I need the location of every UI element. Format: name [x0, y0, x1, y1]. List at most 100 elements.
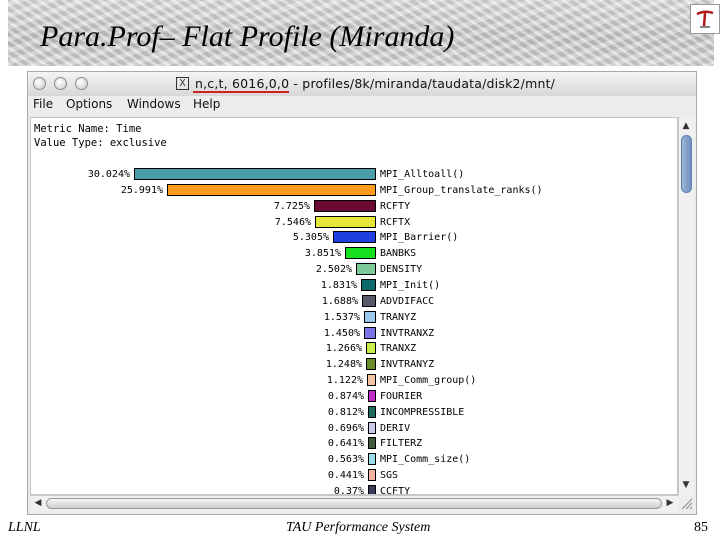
percent-value: 1.248%: [325, 359, 362, 371]
value-type-text: Value Type: exclusive: [34, 137, 167, 149]
profile-bar[interactable]: [345, 247, 376, 260]
function-name-label[interactable]: MPI_Barrier(): [380, 232, 458, 243]
function-name-label[interactable]: SGS: [380, 470, 398, 481]
scroll-left-arrow-icon[interactable]: ◀: [31, 496, 45, 510]
menu-bar: File Options Windows Help: [28, 96, 696, 116]
resize-grip-icon[interactable]: [680, 497, 693, 510]
profile-bar[interactable]: [368, 437, 376, 450]
slide-title: Para.Prof– Flat Profile (Miranda): [40, 20, 455, 53]
function-name-label[interactable]: ADVDIFACC: [380, 296, 434, 307]
profile-bar[interactable]: [167, 183, 376, 196]
function-name-label[interactable]: DENSITY: [380, 264, 422, 275]
function-name-label[interactable]: RCFTY: [380, 201, 410, 212]
profile-row[interactable]: 1.122% MPI_Comm_group(): [31, 373, 671, 388]
percent-value: 0.441%: [327, 470, 364, 482]
close-window-button[interactable]: [33, 77, 46, 90]
profile-row[interactable]: 0.641% FILTERZ: [31, 436, 671, 451]
red-underline-mark: [193, 91, 289, 93]
profile-row[interactable]: 1.450% INVTRANXZ: [31, 326, 671, 341]
profile-row[interactable]: 1.537% TRANYZ: [31, 310, 671, 325]
percent-value: 5.305%: [292, 232, 329, 244]
percent-value: 0.812%: [327, 406, 364, 418]
profile-bar[interactable]: [314, 199, 376, 212]
percent-value: 1.831%: [320, 279, 357, 291]
profile-row[interactable]: 3.851% BANBKS: [31, 246, 671, 261]
percent-value: 2.502%: [315, 264, 352, 276]
footer-title: TAU Performance System: [286, 520, 431, 535]
profile-row[interactable]: 25.991% MPI_Group_translate_ranks(): [31, 183, 671, 198]
profile-row[interactable]: 5.305% MPI_Barrier(): [31, 230, 671, 245]
horizontal-scroll-thumb[interactable]: [46, 498, 662, 509]
function-name-label[interactable]: RCFTX: [380, 217, 410, 228]
profile-bar[interactable]: [368, 421, 376, 434]
menu-file[interactable]: File: [33, 97, 53, 111]
profile-row[interactable]: 1.831% MPI_Init(): [31, 278, 671, 293]
function-name-label[interactable]: DERIV: [380, 423, 410, 434]
function-name-label[interactable]: MPI_Init(): [380, 280, 440, 291]
function-name-label[interactable]: FILTERZ: [380, 438, 422, 449]
profile-row[interactable]: 1.688% ADVDIFACC: [31, 294, 671, 309]
function-name-label[interactable]: CCFTY: [380, 486, 410, 494]
percent-value: 0.874%: [327, 390, 364, 402]
zoom-window-button[interactable]: [75, 77, 88, 90]
horizontal-scrollbar[interactable]: ◀ ▶: [30, 495, 678, 511]
scroll-down-arrow-icon[interactable]: ▼: [679, 478, 693, 492]
function-name-label[interactable]: INCOMPRESSIBLE: [380, 407, 464, 418]
profile-row[interactable]: 7.546% RCFTX: [31, 215, 671, 230]
profile-row[interactable]: 0.563% MPI_Comm_size(): [31, 452, 671, 467]
percent-value: 1.122%: [326, 375, 363, 387]
profile-row[interactable]: 30.024% MPI_Alltoall(): [31, 167, 671, 182]
function-name-label[interactable]: MPI_Comm_group(): [380, 375, 476, 386]
metric-name-text: Metric Name: Time: [34, 123, 142, 135]
function-name-label[interactable]: FOURIER: [380, 391, 422, 402]
menu-windows[interactable]: Windows: [127, 97, 181, 111]
function-name-label[interactable]: INVTRANYZ: [380, 359, 434, 370]
profile-row[interactable]: 0.441% SGS: [31, 468, 671, 483]
profile-bar[interactable]: [368, 469, 376, 482]
function-name-label[interactable]: TRANYZ: [380, 312, 416, 323]
scroll-up-arrow-icon[interactable]: ▲: [679, 119, 693, 133]
profile-row[interactable]: 0.37% CCFTY: [31, 484, 671, 494]
profile-bar[interactable]: [366, 342, 376, 355]
profile-bar[interactable]: [362, 294, 376, 307]
scroll-right-arrow-icon[interactable]: ▶: [663, 496, 677, 510]
profile-bar[interactable]: [368, 405, 376, 418]
profile-row[interactable]: 0.696% DERIV: [31, 421, 671, 436]
profile-row[interactable]: 0.812% INCOMPRESSIBLE: [31, 405, 671, 420]
profile-row[interactable]: 7.725% RCFTY: [31, 199, 671, 214]
profile-bar[interactable]: [315, 215, 376, 228]
function-name-label[interactable]: TRANXZ: [380, 343, 416, 354]
profile-row[interactable]: 2.502% DENSITY: [31, 262, 671, 277]
profile-bar[interactable]: [368, 485, 376, 494]
profile-bar[interactable]: [367, 374, 376, 387]
profile-bar[interactable]: [134, 168, 376, 180]
profile-bar[interactable]: [361, 278, 376, 291]
minimize-window-button[interactable]: [54, 77, 67, 90]
menu-help[interactable]: Help: [193, 97, 220, 111]
window-app-icon: X: [176, 77, 189, 90]
menu-options[interactable]: Options: [66, 97, 112, 111]
profile-row[interactable]: 1.266% TRANXZ: [31, 341, 671, 356]
function-name-label[interactable]: INVTRANXZ: [380, 328, 434, 339]
function-name-label[interactable]: MPI_Group_translate_ranks(): [380, 185, 543, 196]
profile-bar[interactable]: [364, 326, 376, 339]
profile-bar[interactable]: [364, 310, 376, 323]
profile-row[interactable]: 0.874% FOURIER: [31, 389, 671, 404]
profile-bar[interactable]: [368, 453, 376, 466]
profile-bar[interactable]: [368, 389, 376, 402]
function-name-label[interactable]: MPI_Comm_size(): [380, 454, 470, 465]
window-titlebar[interactable]: X n,c,t, 6016,0,0 - profiles/8k/miranda/…: [28, 72, 696, 97]
percent-value: 7.725%: [273, 200, 310, 212]
paraprof-window: X n,c,t, 6016,0,0 - profiles/8k/miranda/…: [27, 71, 697, 515]
vertical-scroll-thumb[interactable]: [681, 135, 692, 193]
percent-value: 1.266%: [325, 343, 362, 355]
function-name-label[interactable]: MPI_Alltoall(): [380, 169, 464, 180]
profile-bar[interactable]: [356, 263, 376, 276]
profile-bar[interactable]: [333, 231, 376, 244]
function-name-label[interactable]: BANBKS: [380, 248, 416, 259]
profile-row[interactable]: 1.248% INVTRANYZ: [31, 357, 671, 372]
profile-bar[interactable]: [366, 358, 376, 371]
vertical-scrollbar[interactable]: ▲ ▼: [678, 117, 694, 495]
percent-value: 0.696%: [327, 422, 364, 434]
percent-value: 1.450%: [323, 327, 360, 339]
